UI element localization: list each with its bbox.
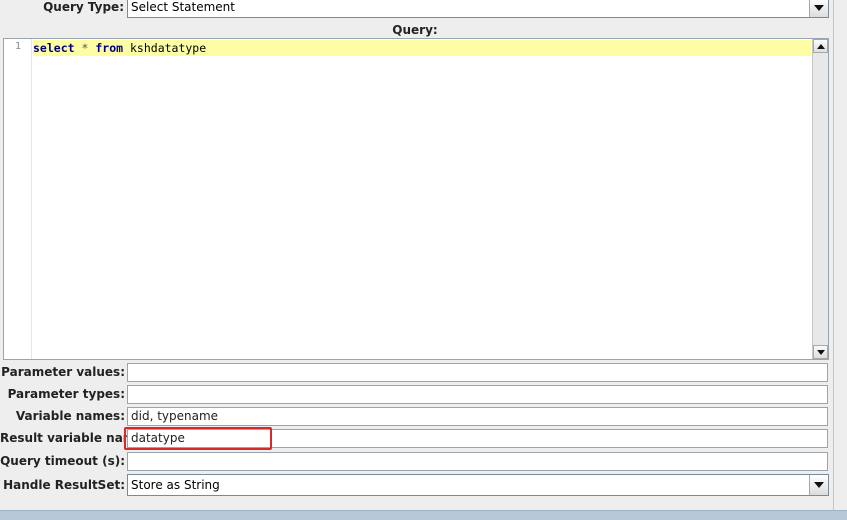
query-label: Query: [392, 23, 438, 37]
chevron-down-icon [814, 5, 824, 11]
variable-names-input[interactable]: did, typename [127, 407, 828, 426]
star-operator: * [81, 41, 89, 55]
query-timeout-input[interactable] [127, 452, 828, 471]
chevron-down-icon [814, 482, 824, 488]
query-type-select[interactable]: Select Statement [127, 0, 829, 18]
result-variable-name-label: Result variable name: [0, 431, 149, 445]
keyword-select: select [33, 41, 75, 55]
handle-resultset-select[interactable]: Store as String [127, 474, 829, 496]
parameter-values-label: Parameter values: [1, 365, 125, 379]
line-number: 1 [14, 41, 21, 52]
highlight-annotation-box [124, 427, 272, 450]
scroll-up-button[interactable] [813, 39, 828, 53]
parameter-types-label: Parameter types: [7, 387, 125, 401]
query-code[interactable]: select * from kshdatatype [33, 40, 206, 56]
handle-resultset-value: Store as String [131, 478, 220, 492]
editor-vertical-scrollbar[interactable] [812, 39, 828, 359]
query-type-label: Query Type: [43, 0, 124, 14]
query-type-value: Select Statement [131, 0, 235, 14]
window-bottom-bar [0, 510, 847, 520]
query-timeout-label: Query timeout (s): [0, 454, 125, 468]
arrow-up-icon [816, 43, 825, 49]
table-name: kshdatatype [130, 41, 207, 55]
handle-resultset-label: Handle ResultSet: [3, 478, 125, 492]
query-editor[interactable]: 1 select * from kshdatatype [3, 38, 829, 360]
arrow-down-icon [816, 349, 825, 355]
line-number-gutter: 1 [4, 39, 32, 359]
keyword-from: from [95, 41, 124, 55]
variable-names-label: Variable names: [15, 409, 125, 423]
handle-resultset-dropdown-button[interactable] [809, 475, 828, 495]
query-type-dropdown-button[interactable] [809, 0, 828, 17]
parameter-values-input[interactable] [127, 363, 828, 382]
scroll-down-button[interactable] [813, 345, 828, 359]
panel-right-edge [833, 0, 834, 510]
parameter-types-input[interactable] [127, 385, 828, 404]
